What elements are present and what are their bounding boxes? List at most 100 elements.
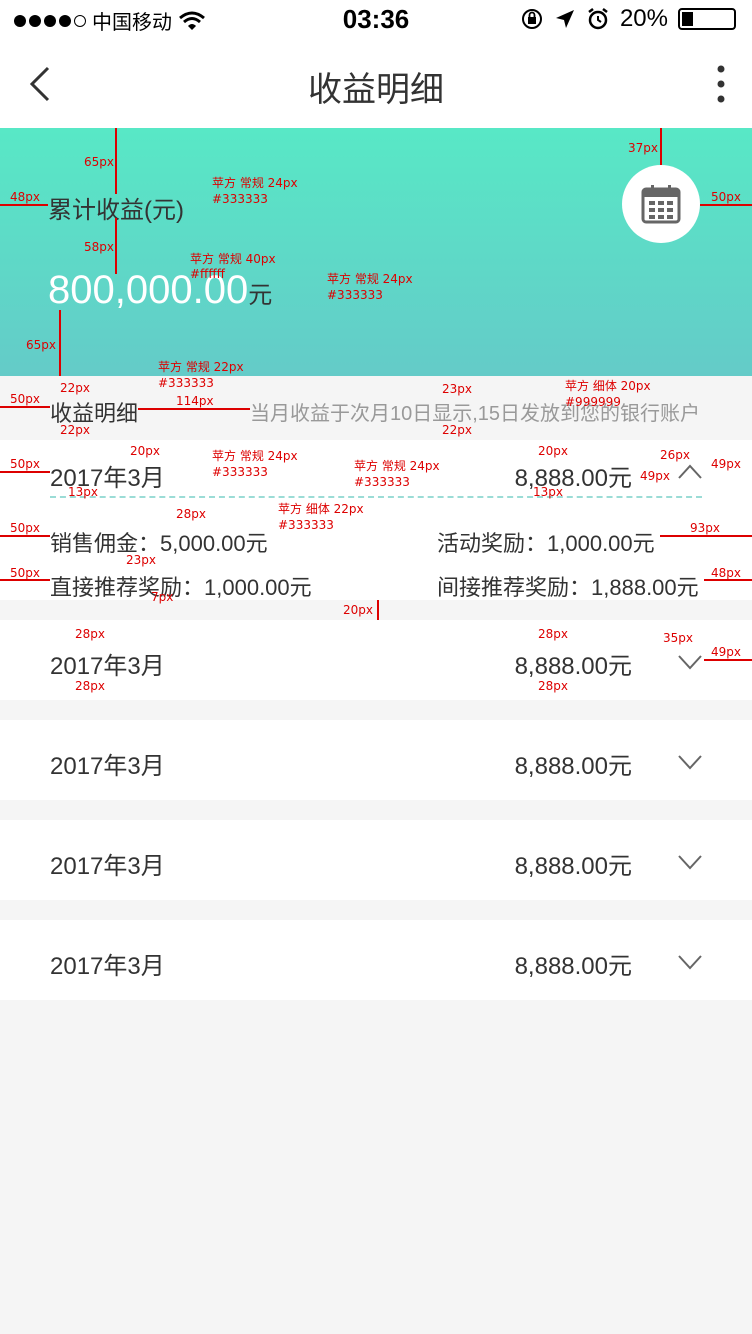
spec-line	[0, 471, 50, 473]
spec-annotation: 65px	[26, 338, 56, 352]
total-earnings-value: 800,000.00元	[48, 268, 272, 313]
spec-annotation: 苹方 常规 22px	[158, 360, 244, 374]
more-icon[interactable]	[714, 64, 728, 104]
spec-annotation: 50px	[10, 566, 40, 580]
spec-annotation: 20px	[130, 444, 160, 458]
spec-annotation: 20px	[343, 603, 373, 617]
detail-value: 5,000.00元	[160, 531, 268, 556]
spec-line	[700, 204, 752, 206]
spec-annotation: 28px	[176, 507, 206, 521]
spec-annotation: 20px	[538, 444, 568, 458]
spec-line	[660, 128, 662, 165]
spec-annotation: 49px	[711, 457, 741, 471]
month-label: 2017年3月	[50, 953, 165, 980]
spec-annotation: 26px	[660, 448, 690, 462]
spec-annotation: 22px	[60, 381, 90, 395]
month-card[interactable]: 2017年3月 8,888.00元	[0, 920, 752, 1000]
calendar-button[interactable]	[622, 165, 700, 243]
spec-line	[138, 408, 250, 410]
detail-value: 1,888.00元	[591, 575, 699, 600]
spec-annotation: 22px	[442, 423, 472, 437]
spec-annotation: 114px	[176, 394, 214, 408]
battery-icon	[678, 8, 736, 30]
battery-percent: 20%	[619, 5, 668, 32]
spec-annotation: 苹方 常规 24px	[212, 176, 298, 190]
spec-annotation: 苹方 常规 24px	[327, 272, 413, 286]
chevron-up-icon[interactable]	[677, 462, 703, 482]
spec-annotation: 48px	[711, 566, 741, 580]
spec-annotation: 50px	[10, 457, 40, 471]
detail-direct-referral: 直接推荐奖励：1,000.00元	[50, 570, 312, 602]
location-icon	[555, 10, 574, 28]
divider	[50, 496, 702, 498]
spec-line	[377, 600, 379, 620]
spec-annotation: 13px	[68, 485, 98, 499]
spec-annotation: 50px	[10, 392, 40, 406]
spec-annotation: 苹方 常规 24px	[212, 449, 298, 463]
detail-label: 活动奖励：	[437, 531, 548, 556]
spec-annotation: 苹方 常规 24px	[354, 459, 440, 473]
month-label: 2017年3月	[50, 853, 165, 880]
spec-annotation: 28px	[75, 679, 105, 693]
spec-annotation: 48px	[10, 190, 40, 204]
spec-line	[0, 535, 50, 537]
chevron-down-icon[interactable]	[677, 652, 703, 672]
month-total: 8,888.00元	[514, 653, 632, 680]
chevron-down-icon[interactable]	[677, 752, 703, 772]
detail-value: 1,000.00元	[547, 531, 655, 556]
month-card[interactable]: 2017年3月 8,888.00元	[0, 620, 752, 700]
page-title: 收益明细	[308, 71, 444, 109]
spec-annotation: #333333	[327, 288, 383, 302]
spec-annotation: 49px	[711, 645, 741, 659]
spec-annotation: 28px	[538, 627, 568, 641]
spec-line	[115, 218, 117, 274]
chevron-down-icon[interactable]	[677, 952, 703, 972]
spec-annotation: #999999	[565, 395, 621, 409]
spec-line	[0, 204, 48, 206]
spec-annotation: 65px	[84, 155, 114, 169]
spec-annotation: 22px	[60, 423, 90, 437]
status-right: 20%	[520, 5, 736, 33]
spec-line	[704, 659, 752, 661]
spec-annotation: 28px	[75, 627, 105, 641]
month-label: 2017年3月	[50, 753, 165, 780]
alarm-icon	[588, 8, 608, 30]
spec-annotation: 13px	[533, 485, 563, 499]
spec-annotation: 28px	[538, 679, 568, 693]
spec-annotation: 35px	[663, 631, 693, 645]
spec-line	[115, 128, 117, 194]
nav-bar: 收益明细	[0, 40, 752, 128]
spec-annotation: 23px	[126, 553, 156, 567]
month-total: 8,888.00元	[514, 953, 632, 980]
spec-annotation: 37px	[628, 141, 658, 155]
spec-annotation: #333333	[212, 192, 268, 206]
detail-value: 1,000.00元	[204, 575, 312, 600]
spec-annotation: #333333	[158, 376, 214, 390]
spec-annotation: #333333	[212, 465, 268, 479]
detail-label: 间接推荐奖励：	[437, 575, 592, 600]
spec-line	[59, 310, 61, 376]
rotation-lock-icon	[521, 9, 542, 29]
spec-annotation: 58px	[84, 240, 114, 254]
month-total: 8,888.00元	[514, 853, 632, 880]
spec-annotation: #ffffff	[190, 267, 225, 281]
month-total: 8,888.00元	[514, 753, 632, 780]
spec-annotation: #333333	[354, 475, 410, 489]
calendar-icon	[641, 185, 681, 224]
spec-annotation: 93px	[690, 521, 720, 535]
spec-line	[0, 406, 50, 408]
status-bar: 中国移动 03:36 20%	[0, 0, 752, 40]
spec-annotation: #333333	[278, 518, 334, 532]
month-card[interactable]: 2017年3月 8,888.00元	[0, 720, 752, 800]
spec-annotation: 23px	[442, 382, 472, 396]
spec-annotation: 7px	[151, 590, 174, 604]
total-earnings-unit: 元	[248, 282, 273, 309]
detail-indirect-referral: 间接推荐奖励：1,888.00元	[437, 570, 699, 602]
detail-label: 直接推荐奖励：	[50, 575, 205, 600]
month-label: 2017年3月	[50, 653, 165, 680]
payout-note: 当月收益于次月10日显示,15日发放到您的银行账户	[250, 403, 701, 425]
chevron-down-icon[interactable]	[677, 852, 703, 872]
detail-activity-reward: 活动奖励：1,000.00元	[437, 526, 655, 558]
month-card[interactable]: 2017年3月 8,888.00元	[0, 820, 752, 900]
spec-annotation: 苹方 细体 20px	[565, 379, 651, 393]
